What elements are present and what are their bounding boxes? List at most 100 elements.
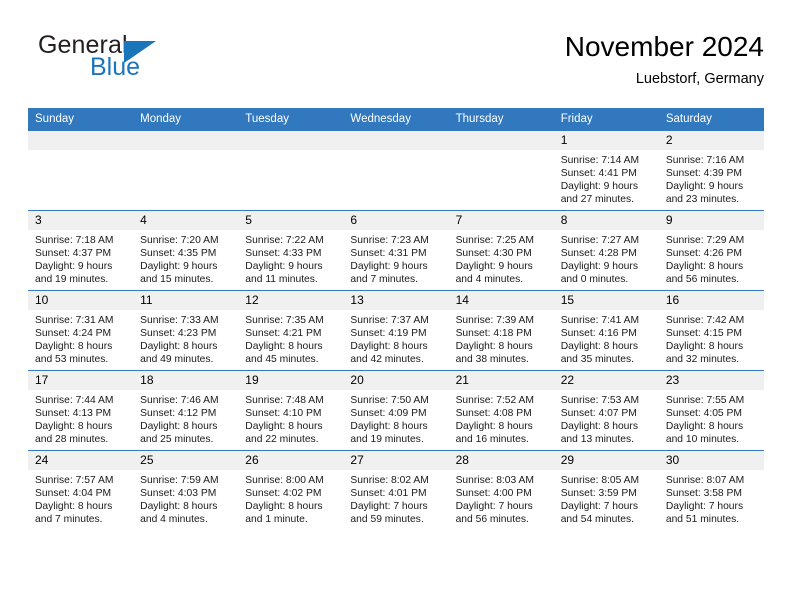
page-header: General Blue November 2024 Luebstorf, Ge… bbox=[0, 0, 792, 90]
day-detail-line: and 27 minutes. bbox=[560, 194, 634, 206]
day-detail-line: Sunset: 4:12 PM bbox=[140, 408, 217, 420]
day-number: 23 bbox=[658, 371, 764, 390]
calendar-day-cell[interactable]: 13 Sunrise: 7:37 AM Sunset: 4:19 PM Dayligh… bbox=[343, 290, 449, 371]
day-details: Sunrise: 7:37 AM Sunset: 4:19 PM Daylight:… bbox=[343, 310, 448, 366]
day-details: Sunrise: 8:03 AM Sunset: 4:00 PM Daylight:… bbox=[449, 470, 554, 526]
day-detail-line: Sunset: 4:30 PM bbox=[455, 248, 532, 260]
day-detail-line: Sunset: 4:05 PM bbox=[665, 408, 742, 420]
day-details: Sunrise: 7:42 AM Sunset: 4:15 PM Daylight:… bbox=[659, 310, 764, 366]
day-detail-line: Sunset: 4:15 PM bbox=[665, 328, 742, 340]
day-detail-line: Daylight: 8 hours bbox=[560, 341, 638, 353]
calendar-day-cell[interactable]: 2 Sunrise: 7:16 AM Sunset: 4:39 PM Daylight… bbox=[658, 130, 764, 211]
day-detail-line: Sunset: 4:18 PM bbox=[455, 328, 532, 340]
calendar-week-row: 3 Sunrise: 7:18 AM Sunset: 4:37 PM Daylight… bbox=[28, 210, 764, 291]
day-detail-line: and 53 minutes. bbox=[35, 354, 109, 366]
day-details: Sunrise: 7:29 AM Sunset: 4:26 PM Daylight:… bbox=[659, 230, 764, 286]
day-detail-line: and 59 minutes. bbox=[350, 514, 424, 526]
day-detail-line: Sunset: 4:23 PM bbox=[140, 328, 217, 340]
calendar-day-cell[interactable]: 24 Sunrise: 7:57 AM Sunset: 4:04 PM Dayligh… bbox=[28, 450, 134, 530]
day-number: 29 bbox=[553, 451, 659, 470]
calendar-day-cell[interactable]: 8 Sunrise: 7:27 AM Sunset: 4:28 PM Daylight… bbox=[553, 210, 659, 291]
calendar-day-cell[interactable]: 4 Sunrise: 7:20 AM Sunset: 4:35 PM Daylight… bbox=[133, 210, 239, 291]
day-detail-line: and 38 minutes. bbox=[455, 354, 529, 366]
day-detail-line: Daylight: 8 hours bbox=[665, 261, 744, 273]
weekday-header-sunday: Sunday bbox=[28, 108, 134, 131]
day-number bbox=[133, 131, 239, 150]
calendar-day-cell[interactable]: 26 Sunrise: 8:00 AM Sunset: 4:02 PM Dayligh… bbox=[238, 450, 344, 530]
day-detail-line: Daylight: 8 hours bbox=[665, 421, 744, 433]
day-detail-line: Sunset: 3:59 PM bbox=[560, 488, 637, 500]
day-detail-line: Daylight: 9 hours bbox=[245, 261, 323, 273]
calendar-day-cell[interactable]: 17 Sunrise: 7:44 AM Sunset: 4:13 PM Dayligh… bbox=[28, 370, 134, 451]
calendar-day-cell[interactable]: 19 Sunrise: 7:48 AM Sunset: 4:10 PM Dayligh… bbox=[238, 370, 344, 451]
day-detail-line: Sunrise: 8:00 AM bbox=[245, 475, 324, 486]
calendar-day-cell[interactable]: 29 Sunrise: 8:05 AM Sunset: 3:59 PM Dayligh… bbox=[553, 450, 659, 530]
calendar-day-cell[interactable]: 16 Sunrise: 7:42 AM Sunset: 4:15 PM Dayligh… bbox=[658, 290, 764, 371]
day-number: 6 bbox=[343, 211, 449, 230]
calendar-day-cell[interactable]: 5 Sunrise: 7:22 AM Sunset: 4:33 PM Daylight… bbox=[238, 210, 344, 291]
day-number bbox=[28, 131, 134, 150]
day-details bbox=[133, 150, 238, 154]
day-detail-line: Daylight: 8 hours bbox=[560, 421, 638, 433]
calendar-week-row: 1 Sunrise: 7:14 AM Sunset: 4:41 PM Daylight… bbox=[28, 130, 764, 211]
day-number: 12 bbox=[238, 291, 344, 310]
day-details: Sunrise: 7:39 AM Sunset: 4:18 PM Daylight:… bbox=[449, 310, 554, 366]
day-detail-line: and 7 minutes. bbox=[35, 514, 103, 526]
calendar-day-cell[interactable]: 1 Sunrise: 7:14 AM Sunset: 4:41 PM Daylight… bbox=[553, 130, 659, 211]
calendar-cell-empty bbox=[448, 130, 554, 211]
day-details: Sunrise: 7:52 AM Sunset: 4:08 PM Daylight:… bbox=[449, 390, 554, 446]
calendar-day-cell[interactable]: 22 Sunrise: 7:53 AM Sunset: 4:07 PM Dayligh… bbox=[553, 370, 659, 451]
day-detail-line: Sunrise: 7:52 AM bbox=[455, 395, 534, 406]
day-detail-line: Sunset: 4:37 PM bbox=[35, 248, 112, 260]
day-number: 20 bbox=[343, 371, 449, 390]
calendar-day-cell[interactable]: 10 Sunrise: 7:31 AM Sunset: 4:24 PM Dayligh… bbox=[28, 290, 134, 371]
calendar-day-cell[interactable]: 15 Sunrise: 7:41 AM Sunset: 4:16 PM Dayligh… bbox=[553, 290, 659, 371]
calendar-day-cell[interactable]: 20 Sunrise: 7:50 AM Sunset: 4:09 PM Dayligh… bbox=[343, 370, 449, 451]
day-detail-line: Sunrise: 7:23 AM bbox=[350, 235, 429, 246]
calendar-day-cell[interactable]: 11 Sunrise: 7:33 AM Sunset: 4:23 PM Dayligh… bbox=[133, 290, 239, 371]
day-number: 4 bbox=[133, 211, 239, 230]
calendar-day-cell[interactable]: 7 Sunrise: 7:25 AM Sunset: 4:30 PM Daylight… bbox=[448, 210, 554, 291]
day-detail-line: and 13 minutes. bbox=[560, 434, 634, 446]
day-details: Sunrise: 8:07 AM Sunset: 3:58 PM Daylight:… bbox=[659, 470, 764, 526]
calendar-day-cell[interactable]: 27 Sunrise: 8:02 AM Sunset: 4:01 PM Dayligh… bbox=[343, 450, 449, 530]
day-detail-line: Sunrise: 7:29 AM bbox=[665, 235, 745, 246]
calendar-day-cell[interactable]: 12 Sunrise: 7:35 AM Sunset: 4:21 PM Dayligh… bbox=[238, 290, 344, 371]
calendar-day-cell[interactable]: 6 Sunrise: 7:23 AM Sunset: 4:31 PM Daylight… bbox=[343, 210, 449, 291]
day-detail-line: and 10 minutes. bbox=[665, 434, 740, 446]
day-detail-line: Daylight: 9 hours bbox=[35, 261, 113, 273]
day-detail-line: Sunset: 4:13 PM bbox=[35, 408, 112, 420]
calendar-day-cell[interactable]: 9 Sunrise: 7:29 AM Sunset: 4:26 PM Daylight… bbox=[658, 210, 764, 291]
day-details: Sunrise: 7:55 AM Sunset: 4:05 PM Daylight:… bbox=[659, 390, 764, 446]
day-detail-line: and 0 minutes. bbox=[560, 274, 629, 286]
day-detail-line: Daylight: 8 hours bbox=[35, 341, 113, 353]
day-detail-line: Sunrise: 7:55 AM bbox=[665, 395, 745, 406]
day-details bbox=[238, 150, 343, 154]
day-detail-line: Daylight: 8 hours bbox=[455, 341, 533, 353]
day-details bbox=[449, 150, 554, 154]
day-detail-line: Daylight: 9 hours bbox=[560, 181, 638, 193]
day-detail-line: Daylight: 8 hours bbox=[245, 501, 323, 513]
calendar-day-cell[interactable]: 3 Sunrise: 7:18 AM Sunset: 4:37 PM Daylight… bbox=[28, 210, 134, 291]
day-detail-line: Daylight: 8 hours bbox=[245, 421, 323, 433]
day-details: Sunrise: 7:22 AM Sunset: 4:33 PM Daylight:… bbox=[238, 230, 343, 286]
day-detail-line: Daylight: 7 hours bbox=[350, 501, 428, 513]
calendar-day-cell[interactable]: 18 Sunrise: 7:46 AM Sunset: 4:12 PM Dayligh… bbox=[133, 370, 239, 451]
day-details: Sunrise: 7:50 AM Sunset: 4:09 PM Daylight:… bbox=[343, 390, 448, 446]
calendar-day-cell[interactable]: 30 Sunrise: 8:07 AM Sunset: 3:58 PM Dayligh… bbox=[658, 450, 764, 530]
day-detail-line: and 51 minutes. bbox=[665, 514, 740, 526]
calendar-day-cell[interactable]: 21 Sunrise: 7:52 AM Sunset: 4:08 PM Dayligh… bbox=[448, 370, 554, 451]
calendar-day-cell[interactable]: 14 Sunrise: 7:39 AM Sunset: 4:18 PM Dayligh… bbox=[448, 290, 554, 371]
day-detail-line: Sunset: 4:10 PM bbox=[245, 408, 322, 420]
general-blue-logo[interactable]: General Blue bbox=[28, 28, 208, 84]
day-detail-line: Sunset: 4:28 PM bbox=[560, 248, 637, 260]
calendar-day-cell[interactable]: 23 Sunrise: 7:55 AM Sunset: 4:05 PM Dayligh… bbox=[658, 370, 764, 451]
day-details: Sunrise: 7:46 AM Sunset: 4:12 PM Daylight:… bbox=[133, 390, 238, 446]
calendar-day-cell[interactable]: 28 Sunrise: 8:03 AM Sunset: 4:00 PM Dayligh… bbox=[448, 450, 554, 530]
day-details: Sunrise: 8:02 AM Sunset: 4:01 PM Daylight:… bbox=[343, 470, 448, 526]
day-details: Sunrise: 7:57 AM Sunset: 4:04 PM Daylight:… bbox=[28, 470, 133, 526]
day-details: Sunrise: 7:33 AM Sunset: 4:23 PM Daylight:… bbox=[133, 310, 238, 366]
day-number: 26 bbox=[238, 451, 344, 470]
calendar-day-cell[interactable]: 25 Sunrise: 7:59 AM Sunset: 4:03 PM Dayligh… bbox=[133, 450, 239, 530]
day-detail-line: Sunrise: 8:07 AM bbox=[665, 475, 745, 486]
